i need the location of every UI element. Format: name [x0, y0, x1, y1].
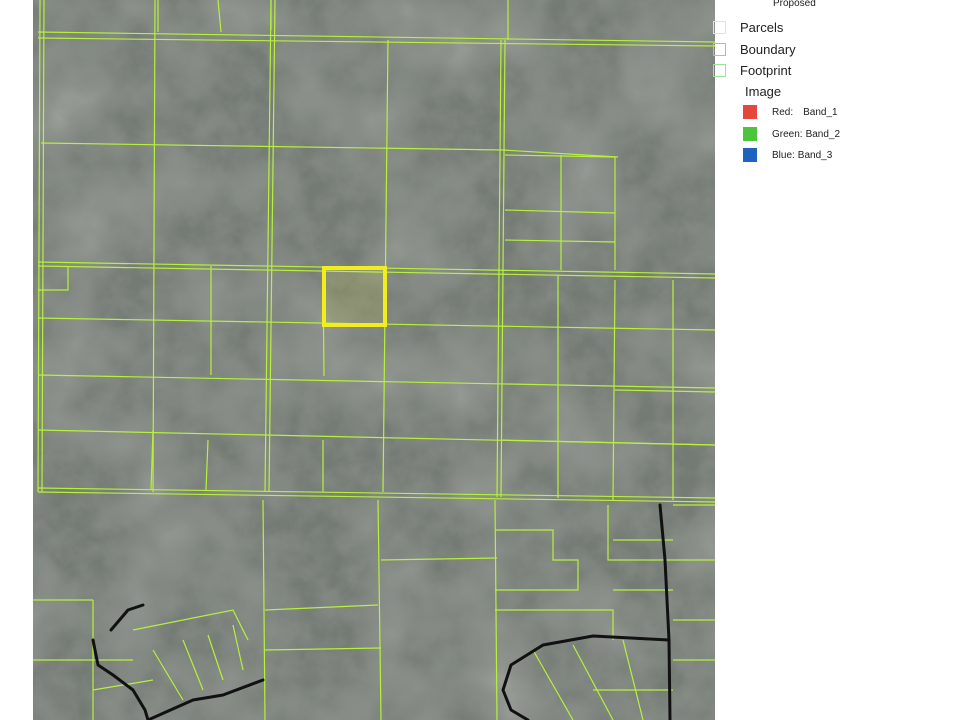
- boundary-swatch-icon: [713, 42, 726, 56]
- legend-label-footprint: Footprint: [740, 62, 792, 78]
- band-red-channel: Red:: [772, 106, 794, 118]
- legend-item-boundary[interactable]: Boundary: [713, 40, 796, 58]
- band-red-name: Band_1: [803, 106, 838, 118]
- band-blue-channel: Blue:: [772, 149, 795, 161]
- legend-title: Proposed: [773, 0, 816, 9]
- band-blue-name: Band_3: [797, 149, 833, 161]
- selected-parcel[interactable]: [322, 266, 387, 327]
- aerial-parcel-map[interactable]: [33, 0, 715, 720]
- green-band-swatch-icon: [743, 127, 757, 141]
- red-band-swatch-icon: [743, 105, 757, 119]
- legend-item-parcels[interactable]: Parcels: [713, 18, 783, 36]
- legend-band-red: Red: Band_1: [743, 104, 838, 120]
- map-legend: Proposed Parcels Boundary Footprint Imag…: [713, 0, 960, 180]
- band-green-channel: Green:: [772, 128, 803, 140]
- legend-image-heading: Image: [745, 84, 782, 99]
- band-green-name: Band_2: [805, 128, 841, 140]
- legend-item-footprint[interactable]: Footprint: [713, 61, 791, 79]
- parcels-swatch-icon: [713, 20, 726, 34]
- footprint-swatch-icon: [713, 63, 726, 77]
- blue-band-swatch-icon: [743, 148, 757, 162]
- parcel-map-canvas: [33, 0, 715, 720]
- legend-band-blue: Blue: Band_3: [743, 147, 832, 163]
- legend-band-green: Green: Band_2: [743, 126, 840, 142]
- legend-label-parcels: Parcels: [740, 19, 784, 35]
- legend-label-boundary: Boundary: [740, 41, 796, 57]
